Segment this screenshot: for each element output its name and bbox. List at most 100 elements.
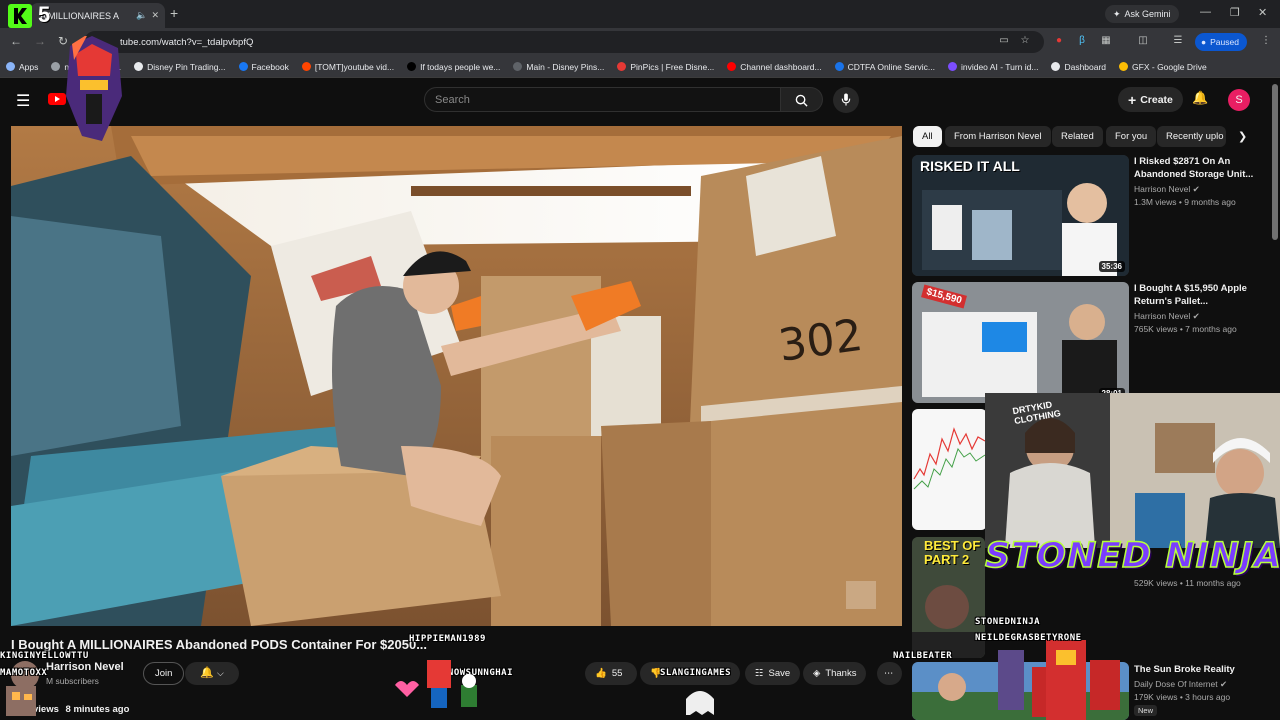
more-actions-button[interactable]: ⋯ xyxy=(877,662,902,685)
thanks-button[interactable]: ◈ Thanks xyxy=(803,662,867,685)
overlay-username: SLANGINGAMES xyxy=(660,668,732,678)
page-scrollbar[interactable] xyxy=(1272,84,1278,240)
bookmark-favicon-icon xyxy=(727,62,737,71)
rec-meta: 765K views • 7 months ago xyxy=(1134,324,1237,334)
ask-gemini-button[interactable]: ✦ Ask Gemini xyxy=(1105,5,1179,23)
thanks-icon: ◈ xyxy=(813,668,821,679)
bookmark-favicon-icon xyxy=(6,62,15,71)
overlay-sprite-ghost xyxy=(686,691,714,715)
search-icon xyxy=(795,94,808,107)
profile-paused-button[interactable]: ● Paused xyxy=(1195,33,1247,51)
menu-hamburger-icon[interactable]: ☰ xyxy=(16,91,30,111)
bookmark-favicon-icon xyxy=(1051,62,1061,71)
bookmark-item[interactable]: If todays people we... xyxy=(407,62,500,72)
search-input[interactable]: Search xyxy=(424,87,781,112)
overlay-username: NAILBEATER xyxy=(893,651,953,661)
verified-icon: ✔ xyxy=(1192,311,1200,321)
rec-thumbnail[interactable]: RISKED IT ALL 35:36 xyxy=(912,155,1129,276)
new-badge: New xyxy=(1134,705,1158,716)
overlay-sprite-robot xyxy=(998,640,1120,720)
channel-name[interactable]: Harrison Nevel xyxy=(46,661,124,673)
extension-translate-icon[interactable]: β xyxy=(1076,35,1088,47)
thumbnail-text: RISKED IT ALL xyxy=(920,158,1020,174)
chip-related[interactable]: Related xyxy=(1052,126,1103,147)
overlay-username: HIPPIEMAN1989 xyxy=(409,634,486,644)
new-tab-icon[interactable]: + xyxy=(170,5,178,21)
rec-title[interactable]: The Sun Broke Reality xyxy=(1134,663,1254,676)
browser-tab-bar: A MILLIONAIRES A 🔈 ✕ + ✦ Ask Gemini — ❐ … xyxy=(0,0,1280,28)
minimize-icon[interactable]: — xyxy=(1200,6,1211,18)
bookmark-item[interactable]: Disney Pin Trading... xyxy=(134,62,226,72)
video-title: I Bought A MILLIONAIRES Abandoned PODS C… xyxy=(11,637,428,652)
extensions-puzzle-icon[interactable]: ▦ xyxy=(1100,35,1112,47)
extension-record-icon[interactable]: ● xyxy=(1053,35,1065,47)
stoned-ninja-banner: STONED NINJA xyxy=(984,535,1280,577)
chip-for-you[interactable]: For you xyxy=(1106,126,1157,147)
verified-icon: ✔ xyxy=(1192,184,1200,194)
close-window-icon[interactable]: ✕ xyxy=(1258,6,1267,19)
bookmark-item[interactable]: Channel dashboard... xyxy=(727,62,822,72)
bookmark-item[interactable]: Facebook xyxy=(238,62,289,72)
bookmark-favicon-icon xyxy=(834,62,844,71)
bookmark-favicon-icon xyxy=(301,62,311,71)
speaker-icon[interactable]: 🔈 xyxy=(136,10,147,21)
address-bar[interactable]: tube.com/watch?v=_tdalpvbpfQ xyxy=(84,31,1044,53)
browser-menu-icon[interactable]: ⋮ xyxy=(1260,35,1272,47)
close-tab-icon[interactable]: ✕ xyxy=(151,10,159,21)
voice-search-button[interactable] xyxy=(833,87,859,113)
playlist-add-icon: ☷ xyxy=(755,668,764,679)
chip-recently-uploaded[interactable]: Recently uplo xyxy=(1157,126,1226,147)
bookmark-favicon-icon xyxy=(1119,62,1129,71)
mascot-sprite xyxy=(66,36,122,141)
bookmark-item[interactable]: invideo AI - Turn id... xyxy=(947,62,1038,72)
video-frame: 302 xyxy=(11,126,902,626)
rec-title[interactable]: I Bought A $15,950 Apple Return's Pallet… xyxy=(1134,282,1254,308)
chip-from-channel[interactable]: From Harrison Nevel xyxy=(945,126,1051,147)
search-button[interactable] xyxy=(781,87,823,112)
cast-icon[interactable]: ▭ xyxy=(998,35,1010,47)
bookmark-item[interactable]: [TOMT]youtube vid... xyxy=(301,62,394,72)
join-button[interactable]: Join xyxy=(143,662,185,685)
rec-channel: Harrison Nevel ✔ xyxy=(1134,184,1200,194)
chevron-down-icon: ⌵ xyxy=(216,668,224,678)
video-player[interactable]: 302 xyxy=(11,126,902,626)
create-button[interactable]: + Create xyxy=(1118,87,1183,112)
back-icon[interactable]: ← xyxy=(10,34,22,48)
like-button[interactable]: 👍 55 xyxy=(585,662,637,685)
save-button[interactable]: ☷ Save xyxy=(745,662,801,685)
overlay-sprite-pixel xyxy=(6,686,36,716)
rec-thumbnail[interactable] xyxy=(912,409,987,530)
rec-channel: Daily Dose Of Internet ✔ xyxy=(1134,679,1228,689)
sidepanel-icon[interactable]: ◫ xyxy=(1137,35,1149,47)
bookmarks-bar: Appsnhensive Gol...Disney Pin Trading...… xyxy=(0,56,1280,78)
youtube-masthead: ☰ Search + Create 🔔 S xyxy=(0,78,1280,120)
bookmark-star-icon[interactable]: ☆ xyxy=(1019,35,1031,47)
account-avatar[interactable]: S xyxy=(1228,89,1250,111)
logo-number: 5 xyxy=(38,2,51,27)
maximize-icon[interactable]: ❐ xyxy=(1230,6,1240,19)
bookmark-item[interactable]: CDTFA Online Servic... xyxy=(834,62,935,72)
url-text: tube.com/watch?v=_tdalpvbpfQ xyxy=(120,36,254,48)
rec-thumbnail[interactable]: $15,590 28:01 xyxy=(912,282,1129,403)
bookmark-item[interactable]: Main - Disney Pins... xyxy=(513,62,604,72)
rec-channel: Harrison Nevel ✔ xyxy=(1134,311,1200,321)
bookmark-item[interactable]: Dashboard xyxy=(1051,62,1106,72)
chip-all[interactable]: All xyxy=(913,126,942,147)
plus-icon: + xyxy=(1128,91,1137,108)
forward-icon[interactable]: → xyxy=(34,34,46,48)
bookmark-favicon-icon xyxy=(947,62,957,71)
notification-settings-button[interactable]: 🔔 ⌵ xyxy=(185,662,239,685)
media-controls-icon[interactable]: ☰ xyxy=(1172,35,1184,47)
notifications-bell-icon[interactable]: 🔔 xyxy=(1192,90,1208,106)
chevron-right-icon[interactable]: ❯ xyxy=(1238,130,1247,143)
browser-toolbar: ← → ↻ tube.com/watch?v=_tdalpvbpfQ ▭ ☆ ●… xyxy=(0,28,1280,56)
k-logo-icon xyxy=(8,4,32,28)
overlay-username: NEILDEGRASBETYRONE xyxy=(975,633,1082,643)
duration-badge: 35:36 xyxy=(1098,261,1125,272)
rec-title[interactable]: I Risked $2871 On An Abandoned Storage U… xyxy=(1134,155,1254,181)
bookmark-item[interactable]: Apps xyxy=(6,62,38,72)
upload-age: 8 minutes ago xyxy=(65,704,130,715)
bookmark-item[interactable]: GFX - Google Drive xyxy=(1119,62,1207,72)
bookmark-favicon-icon xyxy=(617,62,627,71)
bookmark-item[interactable]: PinPics | Free Disne... xyxy=(617,62,714,72)
